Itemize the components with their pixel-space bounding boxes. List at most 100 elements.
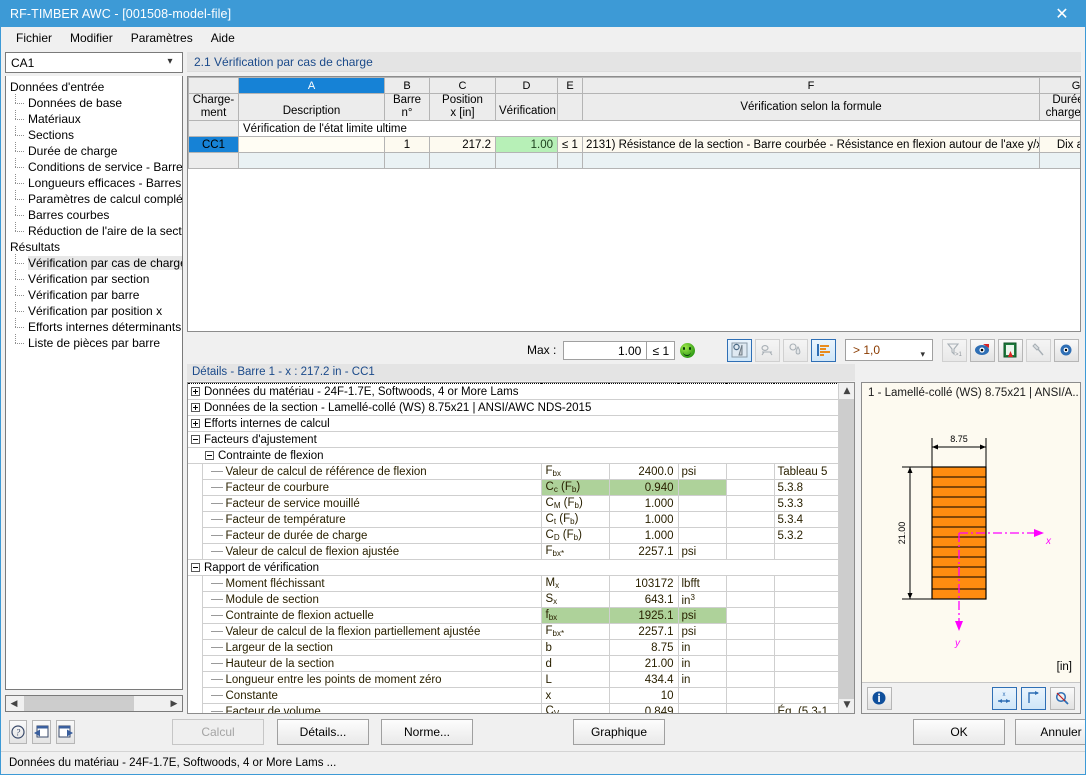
- result-pointer-icon[interactable]: [727, 339, 752, 362]
- details-group-label[interactable]: Données de la section - Lamellé-collé (W…: [188, 400, 838, 416]
- details-row-symbol[interactable]: Fbx*: [541, 544, 609, 560]
- sidebar-item-10[interactable]: Résultats: [6, 239, 182, 255]
- details-row-note[interactable]: [726, 608, 774, 624]
- details-row-unit[interactable]: [678, 480, 726, 496]
- row-condition[interactable]: ≤ 1: [558, 137, 583, 153]
- details-row-note[interactable]: [726, 464, 774, 480]
- details-row-ref[interactable]: [774, 592, 838, 608]
- details-row-symbol[interactable]: CD (Fb): [541, 528, 609, 544]
- sidebar-item-6[interactable]: Longueurs efficaces - Barres: [6, 175, 182, 191]
- details-row-ref[interactable]: [774, 656, 838, 672]
- details-row-ref[interactable]: [774, 672, 838, 688]
- details-row-name[interactable]: Largeur de la section: [202, 640, 541, 656]
- details-row-value[interactable]: 2257.1: [609, 624, 678, 640]
- sidebar-item-3[interactable]: Sections: [6, 127, 182, 143]
- details-row-name[interactable]: Valeur de calcul de référence de flexion: [202, 464, 541, 480]
- details-row[interactable]: Facteur de températureCt (Fb)1.0005.3.4: [188, 512, 838, 528]
- details-row-name[interactable]: Valeur de calcul de la flexion partielle…: [202, 624, 541, 640]
- details-row-name[interactable]: Facteur de volume: [202, 704, 541, 714]
- details-row-symbol[interactable]: d: [541, 656, 609, 672]
- details-row-unit[interactable]: psi: [678, 464, 726, 480]
- details-row-gutter[interactable]: [188, 544, 202, 560]
- sidebar-item-15[interactable]: Efforts internes déterminants p: [6, 319, 182, 335]
- support-icon[interactable]: [755, 339, 780, 362]
- details-row-note[interactable]: [726, 592, 774, 608]
- details-row-gutter[interactable]: [188, 656, 202, 672]
- details-row-note[interactable]: [726, 576, 774, 592]
- details-row-ref[interactable]: [774, 608, 838, 624]
- details-panel[interactable]: Données du matériau - 24F-1.7E, Softwood…: [187, 382, 855, 714]
- details-row[interactable]: Facteur de service mouilléCM (Fb)1.0005.…: [188, 496, 838, 512]
- table-row-empty[interactable]: [189, 153, 1082, 169]
- details-vscrollbar[interactable]: ▲ ▼: [838, 383, 854, 713]
- sidebar-item-9[interactable]: Réduction de l'aire de la section: [6, 223, 182, 239]
- details-row-value[interactable]: 2257.1: [609, 544, 678, 560]
- details-row-symbol[interactable]: x: [541, 688, 609, 704]
- details-group-row[interactable]: Contrainte de flexion: [188, 448, 838, 464]
- help-icon[interactable]: ?: [9, 720, 27, 744]
- row-bar[interactable]: 1: [385, 137, 430, 153]
- previous-icon[interactable]: [32, 720, 51, 744]
- details-row-symbol[interactable]: Mx: [541, 576, 609, 592]
- sidebar-item-12[interactable]: Vérification par section: [6, 271, 182, 287]
- navigation-tree[interactable]: Données d'entréeDonnées de baseMatériaux…: [5, 76, 183, 690]
- details-row-unit[interactable]: in3: [678, 592, 726, 608]
- details-row[interactable]: Valeur de calcul de flexion ajustéeFbx*2…: [188, 544, 838, 560]
- col-letter-b[interactable]: B: [385, 78, 430, 94]
- empty-cell[interactable]: [385, 153, 430, 169]
- details-group-row[interactable]: Données du matériau - 24F-1.7E, Softwood…: [188, 384, 838, 400]
- details-row-note[interactable]: [726, 624, 774, 640]
- details-row-ref[interactable]: [774, 544, 838, 560]
- col-letter-corner[interactable]: [189, 78, 239, 94]
- annuler-button[interactable]: Annuler: [1015, 719, 1086, 745]
- row-formula[interactable]: 2131) Résistance de la section - Barre c…: [583, 137, 1040, 153]
- filter-value-combo[interactable]: > 1,0 ▾: [845, 339, 933, 361]
- details-row-name[interactable]: Module de section: [202, 592, 541, 608]
- chevron-down-icon[interactable]: ▾: [920, 345, 925, 365]
- col-letter-c[interactable]: C: [430, 78, 496, 94]
- details-row-symbol[interactable]: L: [541, 672, 609, 688]
- hscroll-track[interactable]: [22, 696, 166, 711]
- details-row-gutter[interactable]: [188, 608, 202, 624]
- sidebar-item-7[interactable]: Paramètres de calcul compléme: [6, 191, 182, 207]
- sidebar-item-1[interactable]: Données de base: [6, 95, 182, 111]
- details-row-value[interactable]: 434.4: [609, 672, 678, 688]
- details-row-unit[interactable]: psi: [678, 608, 726, 624]
- bar-chart-icon[interactable]: [811, 339, 836, 362]
- details-row-ref[interactable]: 5.3.8: [774, 480, 838, 496]
- row-load-case[interactable]: CC1: [189, 137, 239, 153]
- details-row[interactable]: Valeur de calcul de la flexion partielle…: [188, 624, 838, 640]
- empty-cell[interactable]: [189, 153, 239, 169]
- info-icon[interactable]: [867, 687, 892, 710]
- details-row-gutter[interactable]: [188, 576, 202, 592]
- details-row-gutter[interactable]: [188, 624, 202, 640]
- sidebar-item-13[interactable]: Vérification par barre: [6, 287, 182, 303]
- details-row-unit[interactable]: [678, 528, 726, 544]
- col-letter-d[interactable]: D: [496, 78, 558, 94]
- details-row-gutter[interactable]: [188, 672, 202, 688]
- scroll-down-icon[interactable]: ▼: [839, 697, 855, 713]
- details-row-ref[interactable]: 5.3.2: [774, 528, 838, 544]
- details-row-symbol[interactable]: Sx: [541, 592, 609, 608]
- sidebar-item-11[interactable]: Vérification par cas de charge: [6, 255, 182, 271]
- details-row[interactable]: Facteur de courbureCc (Fb)0.9405.3.8: [188, 480, 838, 496]
- details-row-value[interactable]: 0.849: [609, 704, 678, 714]
- details-row-symbol[interactable]: Cc (Fb): [541, 480, 609, 496]
- details-row-value[interactable]: 8.75: [609, 640, 678, 656]
- details-row[interactable]: Largeur de la sectionb8.75in: [188, 640, 838, 656]
- details-group-row[interactable]: Rapport de vérification: [188, 560, 838, 576]
- visibility-mode-icon[interactable]: [970, 339, 995, 362]
- section-view-panel[interactable]: 1 - Lamellé-collé (WS) 8.75x21 | ANSI/A.…: [861, 382, 1081, 714]
- scroll-right-icon[interactable]: ▶: [166, 696, 182, 711]
- details-scroll-area[interactable]: Données du matériau - 24F-1.7E, Softwood…: [188, 383, 838, 713]
- empty-cell[interactable]: [430, 153, 496, 169]
- details-row-gutter[interactable]: [188, 704, 202, 714]
- row-ratio[interactable]: 1.00: [496, 137, 558, 153]
- details-row-unit[interactable]: in: [678, 640, 726, 656]
- expander-icon[interactable]: [191, 435, 200, 444]
- empty-cell[interactable]: [1040, 153, 1082, 169]
- details-row[interactable]: Moment fléchissantMx103172lbfft: [188, 576, 838, 592]
- details-row-note[interactable]: [726, 512, 774, 528]
- details-row-note[interactable]: [726, 688, 774, 704]
- details-row-ref[interactable]: [774, 624, 838, 640]
